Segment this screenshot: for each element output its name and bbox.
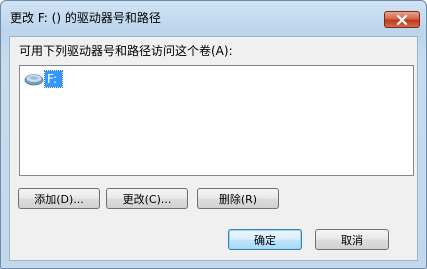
drive-letter-label: F: <box>43 70 64 88</box>
close-button[interactable] <box>384 11 420 28</box>
cancel-button[interactable]: 取消 <box>315 229 389 250</box>
change-button[interactable]: 更改(C)... <box>106 188 188 209</box>
dialog-body: 可用下列驱动器号和路径访问这个卷(A): F: 添加(D)... 更改(C)..… <box>9 36 418 261</box>
drive-list-label: 可用下列驱动器号和路径访问这个卷(A): <box>19 44 233 58</box>
close-icon <box>396 14 408 25</box>
drive-path-list[interactable]: F: <box>19 65 414 176</box>
ok-button[interactable]: 确定 <box>228 229 302 250</box>
drive-icon <box>24 74 44 86</box>
dialog-title: 更改 F: () 的驱动器号和路径 <box>10 11 161 25</box>
dialog-window: 更改 F: () 的驱动器号和路径 可用下列驱动器号和路径访问这个卷(A): F… <box>0 0 427 269</box>
list-item[interactable]: F: <box>24 70 64 88</box>
add-button[interactable]: 添加(D)... <box>18 188 100 209</box>
remove-button[interactable]: 删除(R) <box>197 188 279 209</box>
